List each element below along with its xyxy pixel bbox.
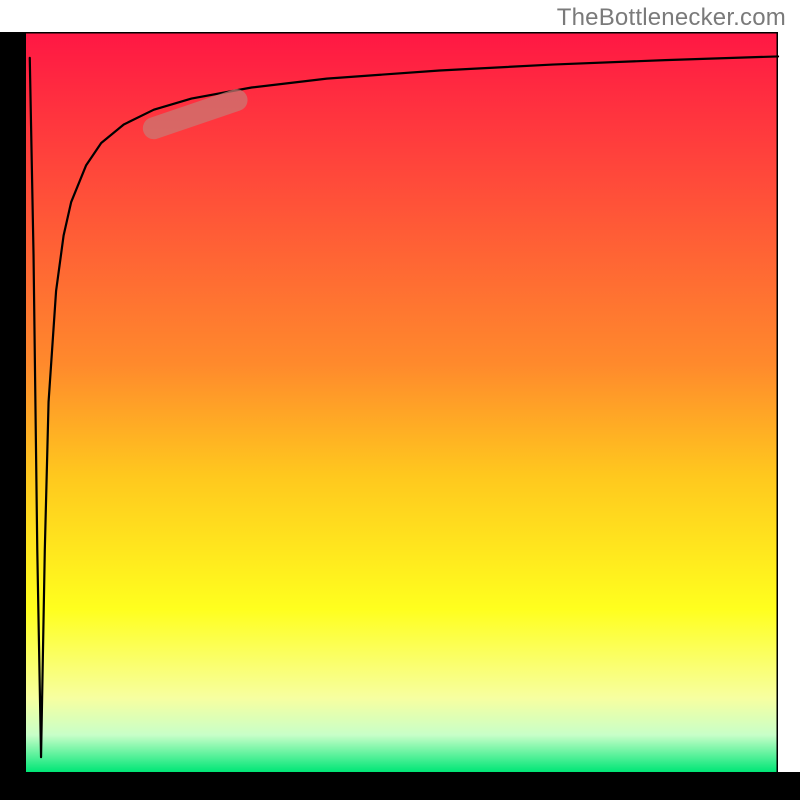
axis-left xyxy=(0,32,26,800)
chart-container: TheBottlenecker.com xyxy=(0,0,800,800)
bottleneck-chart xyxy=(0,0,800,800)
axis-bottom xyxy=(0,772,800,800)
watermark-text: TheBottlenecker.com xyxy=(557,4,786,32)
plot-background xyxy=(26,32,778,772)
plot-border-right xyxy=(777,32,779,772)
plot-border-top xyxy=(26,32,778,34)
